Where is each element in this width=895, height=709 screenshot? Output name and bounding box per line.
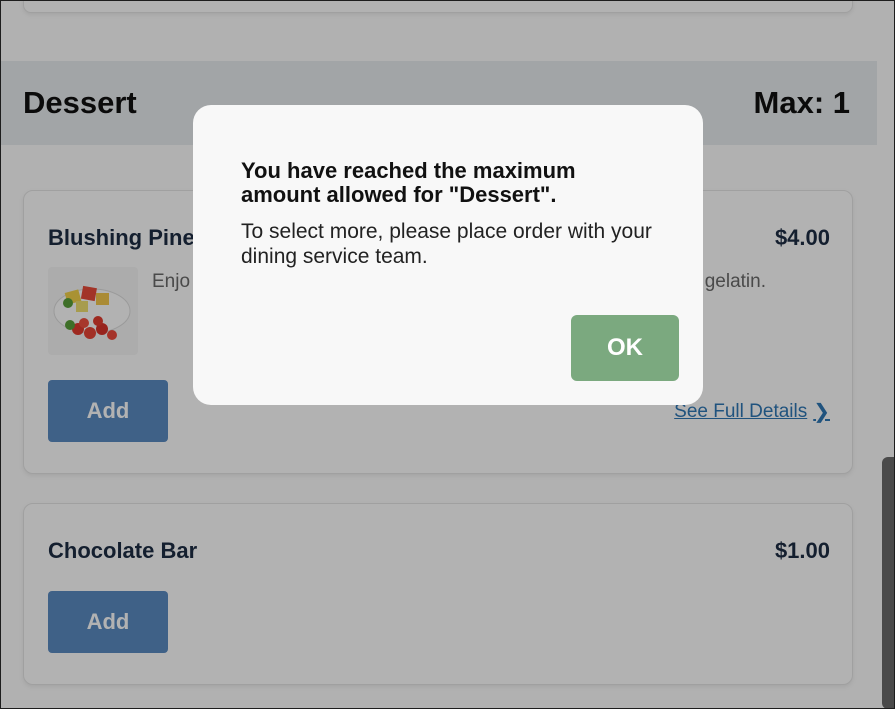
max-reached-dialog: You have reached the maximum amount allo… [193,105,703,405]
dialog-title: You have reached the maximum amount allo… [241,158,576,207]
ok-button[interactable]: OK [571,315,679,381]
dialog-message: To select more, please place order with … [241,220,652,268]
